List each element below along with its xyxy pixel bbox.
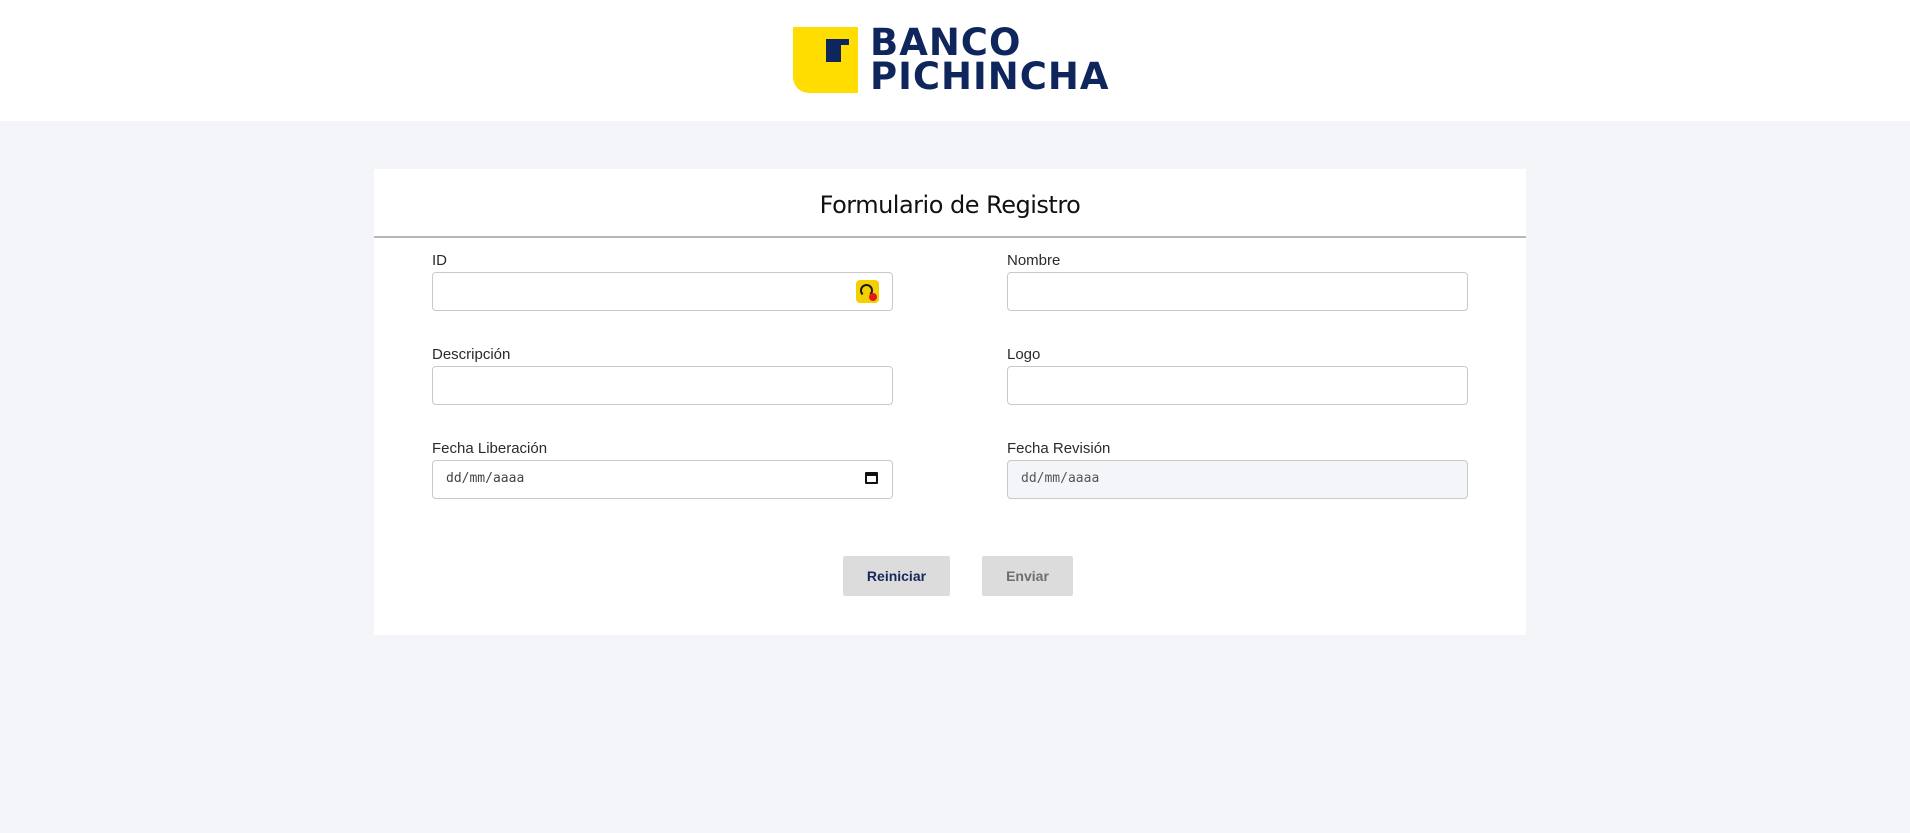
nombre-input[interactable] [1007, 272, 1468, 311]
id-field-group: ID [432, 251, 893, 311]
descripcion-label: Descripción [432, 346, 511, 363]
fecha-revision-input: dd/mm/aaaa [1007, 460, 1468, 499]
registration-form-card: Formulario de Registro ID Nombre Descrip… [374, 169, 1526, 635]
fecha-revision-label: Fecha Revisión [1007, 440, 1111, 457]
logo-field-group: Logo [1007, 345, 1468, 405]
submit-button[interactable]: Enviar [982, 556, 1073, 596]
logo-label: Logo [1007, 346, 1041, 363]
password-manager-icon[interactable] [856, 280, 879, 303]
reset-button[interactable]: Reiniciar [843, 556, 950, 596]
descripcion-input[interactable] [432, 366, 893, 405]
id-input[interactable] [432, 272, 893, 311]
id-label: ID [432, 252, 447, 269]
calendar-icon[interactable] [865, 472, 878, 484]
fecha-liberacion-label: Fecha Liberación [432, 440, 548, 457]
nombre-field-group: Nombre [1007, 251, 1468, 311]
form-title: Formulario de Registro [819, 191, 1081, 219]
logo-line-2: PICHINCHA [870, 55, 1110, 98]
descripcion-field-group: Descripción [432, 345, 893, 405]
nombre-label: Nombre [1007, 252, 1061, 269]
logo-input[interactable] [1007, 366, 1468, 405]
fecha-revision-placeholder: dd/mm/aaaa [1021, 471, 1100, 486]
logo-mark-icon [793, 27, 858, 93]
fecha-revision-field-group: Fecha Revisión dd/mm/aaaa [1007, 439, 1468, 499]
banco-pichincha-logo: BANCO PICHINCHA [793, 24, 1110, 98]
header: BANCO PICHINCHA [0, 0, 1910, 121]
fecha-liberacion-input[interactable]: dd/mm/aaaa [432, 460, 893, 499]
fecha-liberacion-field-group: Fecha Liberación dd/mm/aaaa [432, 439, 893, 499]
logo-wordmark: BANCO PICHINCHA [870, 24, 1110, 98]
title-divider [374, 236, 1526, 238]
fecha-liberacion-placeholder: dd/mm/aaaa [446, 471, 525, 486]
